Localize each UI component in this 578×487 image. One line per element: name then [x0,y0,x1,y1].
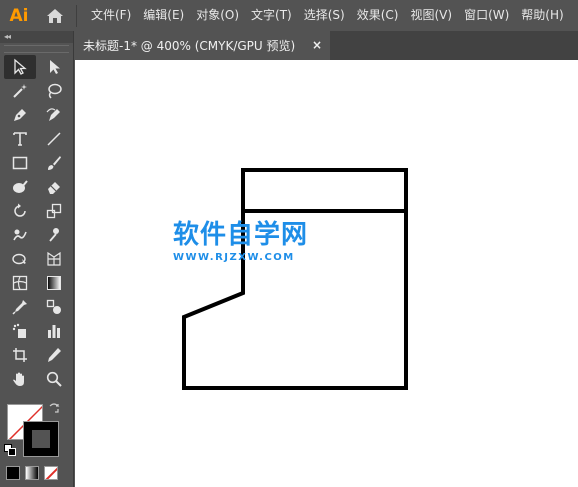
menu-window[interactable]: 窗口(W) [458,0,515,31]
menu-type[interactable]: 文字(T) [245,0,298,31]
slice-tool[interactable] [38,343,70,367]
eyedropper-tool-icon [12,300,27,315]
menu-bar: Ai 文件(F) 编辑(E) 对象(O) 文字(T) 选择(S) 效果(C) 视… [0,0,578,31]
hand-tool[interactable] [4,367,36,391]
shaper-tool[interactable] [4,175,36,199]
paintbrush-tool-icon [48,156,61,170]
column-graph-tool[interactable] [38,319,70,343]
gradient-tool-icon [47,276,61,290]
menu-items: 文件(F) 编辑(E) 对象(O) 文字(T) 选择(S) 效果(C) 视图(V… [85,0,570,31]
menu-file[interactable]: 文件(F) [85,0,137,31]
shape-builder-tool[interactable] [4,247,36,271]
menu-view[interactable]: 视图(V) [404,0,458,31]
menu-separator [76,4,77,27]
type-tool[interactable] [4,127,36,151]
zoom-tool-icon [46,371,62,387]
collapse-panel-icon[interactable]: ◂◂ [4,31,11,43]
shape-outline[interactable] [182,168,408,390]
curvature-tool-icon [46,108,60,121]
home-icon [47,8,63,23]
menu-select[interactable]: 选择(S) [298,0,351,31]
gradient-tool[interactable] [38,271,70,295]
artboard-canvas[interactable]: 软件自学网 WWW.RJZXW.COM [75,60,578,487]
mesh-tool[interactable] [4,271,36,295]
menu-object[interactable]: 对象(O) [190,0,245,31]
symbol-sprayer-tool[interactable] [4,319,36,343]
stroke-swatch-inner [31,429,51,449]
line-segment-tool-icon [47,132,61,146]
lasso-tool-icon [48,83,62,99]
gradient-mode-button[interactable] [25,466,39,480]
tools-panel-header: ◂◂ [0,31,73,43]
blend-tool-icon [46,299,61,314]
drawn-shape[interactable] [75,60,578,487]
color-mode-button[interactable] [6,466,20,480]
document-tab[interactable]: 未标题-1* @ 400% (CMYK/GPU 预览) × [75,31,330,60]
perspective-grid-tool[interactable] [38,247,70,271]
warp-tool[interactable] [4,223,36,247]
tool-grid [0,55,73,391]
menu-help[interactable]: 帮助(H) [515,0,569,31]
rotate-tool-icon [14,203,26,217]
swap-fill-stroke-icon[interactable] [48,402,60,414]
watermark-url: WWW.RJZXW.COM [173,252,295,263]
direct-selection-tool[interactable] [38,55,70,79]
selection-tool-icon [14,58,27,75]
stroke-swatch[interactable] [23,421,59,457]
eraser-tool[interactable] [38,175,70,199]
selection-tool[interactable] [4,55,36,79]
pen-tool-icon [14,109,26,121]
puppet-warp-tool[interactable] [38,223,70,247]
rotate-tool[interactable] [4,199,36,223]
artboard-tool-icon [13,348,27,362]
shaper-tool-icon [13,180,28,193]
menu-effect[interactable]: 效果(C) [351,0,405,31]
document-tab-title: 未标题-1* @ 400% (CMYK/GPU 预览) [83,39,296,53]
eyedropper-tool[interactable] [4,295,36,319]
menu-edit[interactable]: 编辑(E) [137,0,190,31]
curvature-tool[interactable] [38,103,70,127]
slice-tool-icon [48,348,61,362]
scale-tool-icon [46,203,62,219]
perspective-grid-tool-icon [47,251,61,266]
rectangle-tool-icon [12,156,28,170]
type-tool-icon [13,132,27,146]
artboard-tool[interactable] [4,343,36,367]
column-graph-tool-icon [48,325,60,338]
direct-selection-tool-icon [50,60,60,74]
mesh-tool-icon [12,275,28,291]
watermark: 软件自学网 WWW.RJZXW.COM [173,220,308,263]
panel-grip[interactable] [4,45,69,53]
puppet-warp-tool-icon [49,228,59,242]
hand-tool-icon [13,372,24,386]
close-tab-icon[interactable]: × [312,38,322,52]
symbol-sprayer-tool-icon [12,323,26,338]
app-logo: Ai [9,5,29,26]
none-mode-button[interactable] [44,466,58,480]
eraser-tool-icon [48,182,60,194]
shape-builder-tool-icon [12,253,26,265]
color-mode-row [6,466,58,480]
watermark-title: 软件自学网 [173,220,309,250]
document-tab-bar: 未标题-1* @ 400% (CMYK/GPU 预览) × [75,31,578,60]
rectangle-tool[interactable] [4,151,36,175]
magic-wand-tool-icon [13,84,27,98]
default-fill-stroke-icon[interactable] [4,444,16,456]
scale-tool[interactable] [38,199,70,223]
zoom-tool[interactable] [38,367,70,391]
line-segment-tool[interactable] [38,127,70,151]
blend-tool[interactable] [38,295,70,319]
home-button[interactable] [38,0,72,31]
magic-wand-tool[interactable] [4,79,36,103]
lasso-tool[interactable] [38,79,70,103]
paintbrush-tool[interactable] [38,151,70,175]
warp-tool-icon [13,229,27,241]
pen-tool[interactable] [4,103,36,127]
none-icon [45,467,57,479]
fill-stroke-widget [4,402,68,462]
